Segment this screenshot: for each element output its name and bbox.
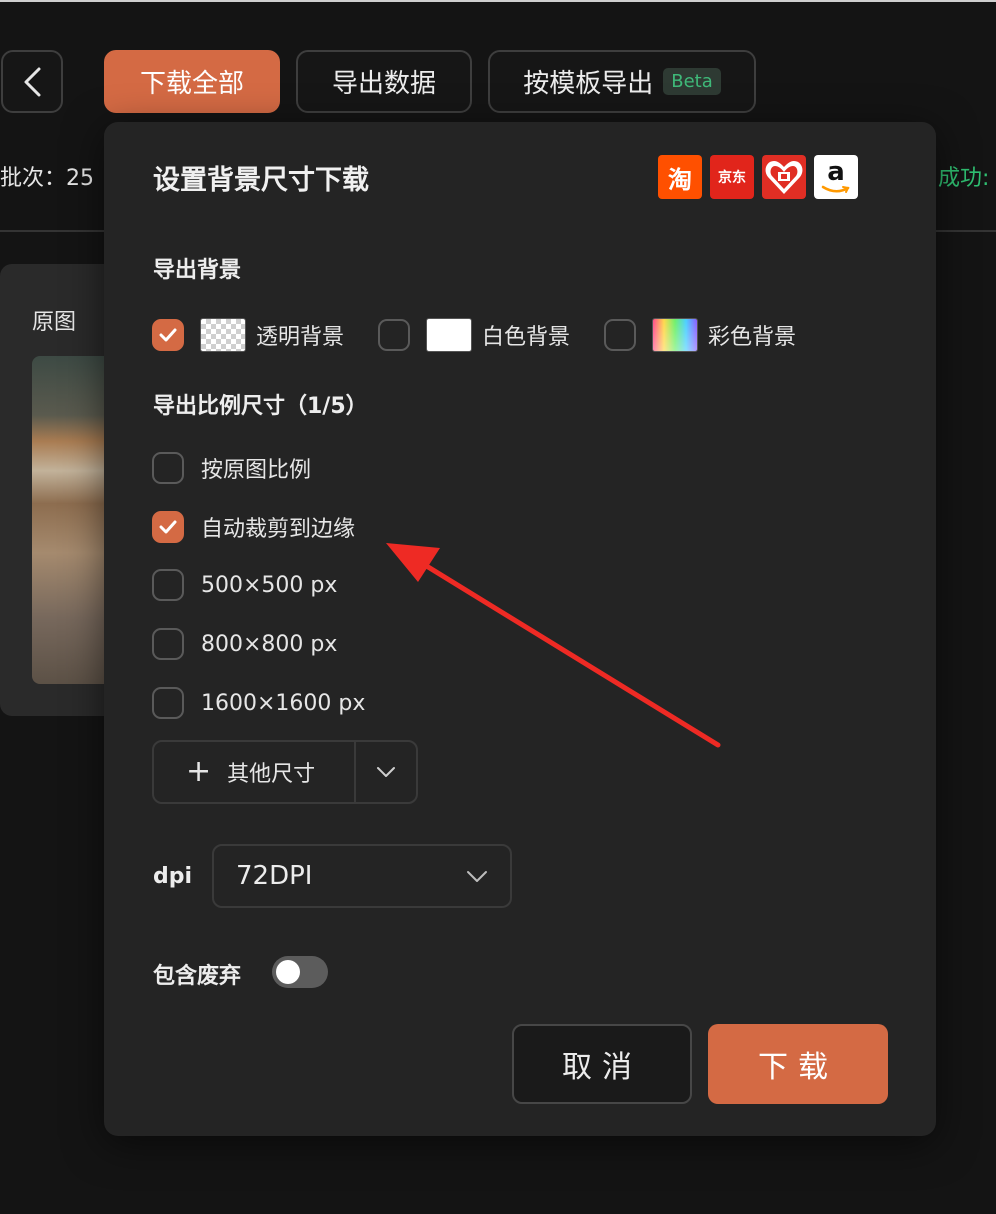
success-count: 成功: <box>938 166 990 191</box>
checkbox-1600[interactable] <box>152 687 184 719</box>
pinduoduo-heart-icon <box>765 161 803 194</box>
chevron-down-icon <box>467 870 487 882</box>
toggle-knob <box>276 960 300 984</box>
bg-option-transparent[interactable]: 透明背景 <box>152 318 344 352</box>
size-option-auto-crop[interactable]: 自动裁剪到边缘 <box>152 511 355 543</box>
download-settings-dialog: 设置背景尺寸下载 淘 京东 a 导出背景 透明背景 白色背景 彩色背景 导出比例… <box>104 122 936 1136</box>
taobao-logo-text: 淘 <box>668 165 692 194</box>
size-option-label: 自动裁剪到边缘 <box>201 517 356 542</box>
other-size-control: + 其他尺寸 <box>152 740 418 804</box>
cancel-button[interactable]: 取消 <box>512 1024 692 1104</box>
size-option-label: 800×800 px <box>201 631 338 657</box>
size-option-1600[interactable]: 1600×1600 px <box>152 687 365 719</box>
size-option-500[interactable]: 500×500 px <box>152 569 337 601</box>
dialog-title: 设置背景尺寸下载 <box>153 165 369 196</box>
beta-badge: Beta <box>663 68 721 95</box>
amazon-logo-text: a <box>827 157 845 187</box>
checkbox-original-ratio[interactable] <box>152 452 184 484</box>
dpi-label: dpi <box>153 864 193 889</box>
dpi-select[interactable]: 72DPI <box>212 844 512 908</box>
bg-option-color[interactable]: 彩色背景 <box>604 318 796 352</box>
template-export-button[interactable]: 按模板导出 Beta <box>488 50 756 113</box>
pinduoduo-icon[interactable] <box>762 155 806 199</box>
taobao-icon[interactable]: 淘 <box>658 155 702 199</box>
export-size-heading: 导出比例尺寸（1/5） <box>153 394 368 419</box>
top-border <box>0 0 996 2</box>
check-icon <box>159 328 177 342</box>
export-background-heading: 导出背景 <box>153 258 242 283</box>
checkbox-color[interactable] <box>604 319 637 351</box>
jd-logo-text: 京东 <box>718 170 746 186</box>
size-option-800[interactable]: 800×800 px <box>152 628 337 660</box>
checkbox-800[interactable] <box>152 628 184 660</box>
download-all-button[interactable]: 下载全部 <box>104 50 280 113</box>
bg-option-label: 透明背景 <box>256 325 345 350</box>
size-option-original[interactable]: 按原图比例 <box>152 452 311 484</box>
plus-icon: + <box>186 754 212 789</box>
bg-option-label: 白色背景 <box>482 325 571 350</box>
chevron-left-icon <box>24 67 41 96</box>
background-options: 透明背景 白色背景 彩色背景 <box>152 318 796 352</box>
size-option-label: 1600×1600 px <box>201 690 366 716</box>
export-data-button[interactable]: 导出数据 <box>296 50 472 113</box>
transparent-swatch <box>200 318 246 352</box>
bg-option-white[interactable]: 白色背景 <box>378 318 570 352</box>
other-size-label: 其他尺寸 <box>227 762 316 787</box>
amazon-smile-icon <box>821 185 850 193</box>
bg-option-label: 彩色背景 <box>708 325 797 350</box>
include-discarded-toggle[interactable] <box>272 956 328 988</box>
include-discarded-label: 包含废弃 <box>153 964 242 989</box>
white-swatch <box>426 318 473 352</box>
jd-icon[interactable]: 京东 <box>710 155 754 199</box>
color-swatch <box>652 318 699 352</box>
batch-text: 批次：25 <box>0 166 94 191</box>
other-size-button[interactable]: + 其他尺寸 <box>154 742 356 802</box>
back-button[interactable] <box>1 50 63 113</box>
card-title: 原图 <box>32 310 77 335</box>
size-option-label: 按原图比例 <box>201 458 312 483</box>
checkbox-500[interactable] <box>152 569 184 601</box>
platform-icons: 淘 京东 a <box>658 155 858 199</box>
amazon-icon[interactable]: a <box>814 155 858 199</box>
chevron-down-icon <box>377 767 395 777</box>
other-size-dropdown[interactable] <box>356 742 416 802</box>
size-option-label: 500×500 px <box>201 572 338 598</box>
template-export-label: 按模板导出 <box>523 69 654 99</box>
checkbox-auto-crop[interactable] <box>152 511 184 543</box>
checkbox-white[interactable] <box>378 319 411 351</box>
check-icon <box>159 520 177 534</box>
dpi-value: 72DPI <box>236 861 313 891</box>
download-button[interactable]: 下载 <box>708 1024 888 1104</box>
checkbox-transparent[interactable] <box>152 319 184 351</box>
